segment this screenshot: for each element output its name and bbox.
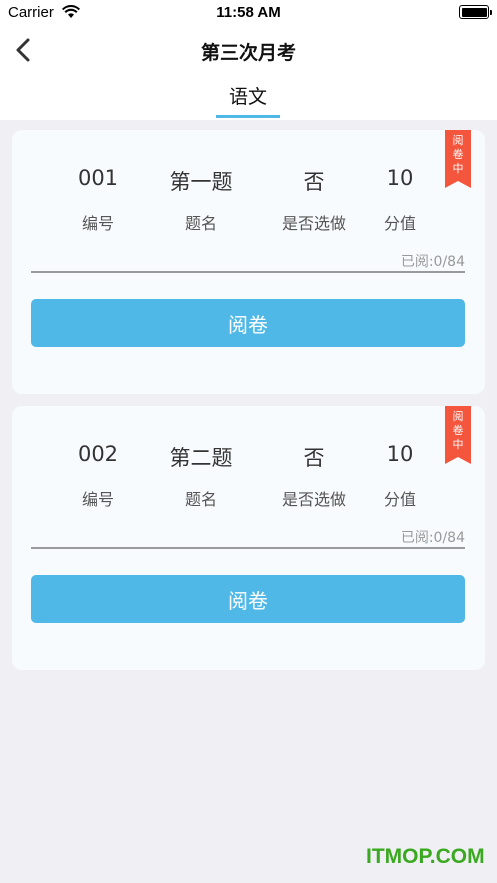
ribbon-char: 阅 [452,410,464,423]
tab-active-indicator [216,115,280,118]
review-button[interactable]: 阅卷 [31,575,465,623]
question-card: 阅 卷 中 001 第一题 否 10 编号 题名 是否选做 分值 已阅:0/84… [12,130,485,394]
question-name: 第二题 [169,446,233,470]
battery-icon [459,5,492,19]
question-score: 10 [386,442,414,466]
status-time: 11:58 AM [216,4,281,21]
score-label: 分值 [383,490,416,509]
name-label: 题名 [184,214,217,233]
score-label: 分值 [383,214,416,233]
name-label: 题名 [184,490,217,509]
tab-label: 语文 [228,86,267,108]
divider [31,547,465,549]
question-score: 10 [386,166,414,190]
ribbon-char: 卷 [452,148,464,161]
divider [31,271,465,273]
review-button[interactable]: 阅卷 [31,299,465,347]
watermark: ITMOP.COM [366,845,485,868]
tab-bar: 语文 [0,76,497,120]
question-name: 第一题 [169,170,233,194]
number-label: 编号 [81,214,114,233]
graded-count: 已阅:0/84 [400,254,465,270]
tab-chinese[interactable]: 语文 [216,82,280,118]
ribbon-char: 阅 [452,134,464,147]
nav-bar: 第三次月考 [0,26,497,76]
number-label: 编号 [81,490,114,509]
question-number: 002 [77,442,119,466]
page-title: 第三次月考 [200,42,296,64]
question-card: 阅 卷 中 002 第二题 否 10 编号 题名 是否选做 分值 已阅:0/84… [12,406,485,670]
graded-count: 已阅:0/84 [400,530,465,546]
ribbon-char: 卷 [452,424,464,437]
status-bar: Carrier 11:58 AM [0,0,497,26]
question-number: 001 [77,166,119,190]
